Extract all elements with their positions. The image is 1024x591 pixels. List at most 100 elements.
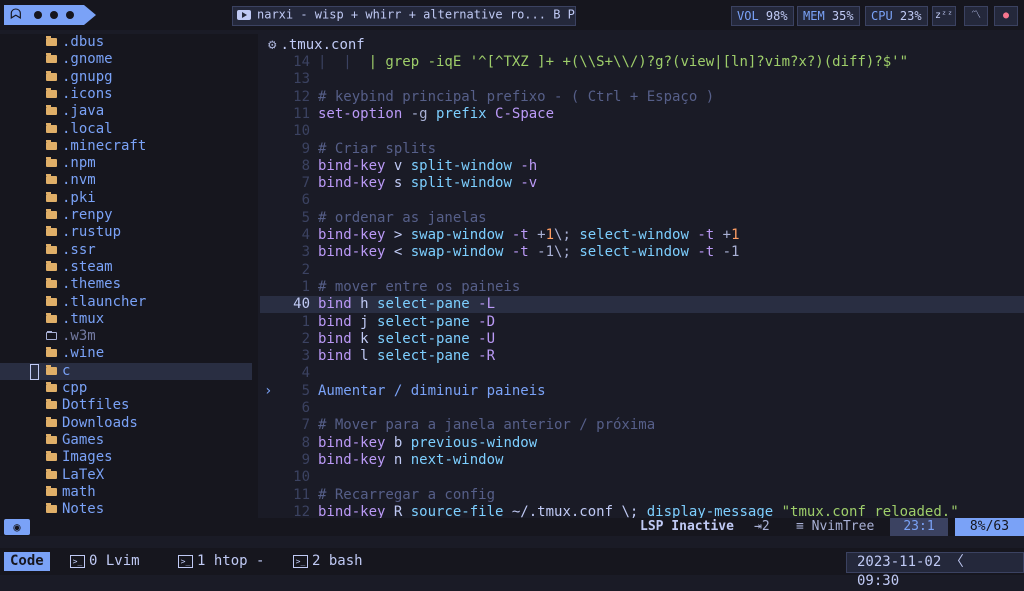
line-number: 40 <box>293 296 310 313</box>
tree-item[interactable]: Dotfiles <box>0 397 252 414</box>
tree-item-label: .npm <box>62 155 96 172</box>
code-line[interactable]: 40 bind h select-pane -L <box>260 296 1024 314</box>
mode-icon: ◉ <box>4 519 30 535</box>
code-line[interactable]: 8 bind-key b previous-window <box>260 435 1024 452</box>
tree-item-label: .gnupg <box>62 68 113 85</box>
tree-item[interactable]: Downloads <box>0 415 252 432</box>
code-line[interactable]: 13 <box>260 71 1024 88</box>
code-token: -U <box>469 330 496 347</box>
volume-widget[interactable]: VOL 98% <box>731 6 794 26</box>
code-token: -L <box>469 296 496 313</box>
tree-item[interactable]: Images <box>0 449 252 466</box>
code-line[interactable]: 10 <box>260 123 1024 140</box>
tree-item[interactable]: .nvm <box>0 172 252 189</box>
tree-item[interactable]: LaTeX <box>0 467 252 484</box>
code-token: select-window <box>579 227 689 243</box>
wave-icon[interactable]: 〽 <box>964 6 988 26</box>
folder-icon <box>46 139 57 150</box>
tmux-window-2[interactable]: >_ 2 bash <box>293 548 363 575</box>
workspace-dot-1[interactable] <box>34 11 42 19</box>
code-line[interactable]: 2 bind k select-pane -U <box>260 331 1024 348</box>
cpu-widget: CPU 23% <box>865 6 928 26</box>
tree-item[interactable]: .wine <box>0 345 252 362</box>
code-line[interactable]: 6 <box>260 400 1024 417</box>
record-icon[interactable]: ● <box>994 6 1018 26</box>
code-line[interactable]: 8 bind-key v split-window -h <box>260 158 1024 175</box>
tree-item[interactable]: .npm <box>0 155 252 172</box>
workspace-dot-3[interactable] <box>66 11 74 19</box>
code-line[interactable]: 1 # mover entre os paineis <box>260 279 1024 296</box>
code-line[interactable]: 7 # Mover para a janela anterior / próxim… <box>260 417 1024 434</box>
code-line[interactable]: 2 <box>260 262 1024 279</box>
tree-item[interactable]: .java <box>0 103 252 120</box>
code-line[interactable]: 3 bind-key < swap-window -t -1\; select-w… <box>260 244 1024 261</box>
code-line[interactable]: 11 # Recarregar a config <box>260 487 1024 504</box>
tree-item[interactable]: .gnome <box>0 51 252 68</box>
code-token: -h <box>511 157 538 174</box>
tree-item[interactable]: .w3m <box>0 328 252 345</box>
tmux-window-1[interactable]: >_ 1 htop - <box>178 548 264 575</box>
tree-item[interactable]: .themes <box>0 276 252 293</box>
code-token: + <box>722 227 732 243</box>
filetype: ≡ NvimTree <box>796 519 875 534</box>
line-number: 12 <box>293 88 310 105</box>
folder-icon <box>46 260 57 271</box>
code-token: # Criar splits <box>318 140 437 157</box>
code-line[interactable]: 1 bind j select-pane -D <box>260 314 1024 331</box>
tmux-window-0[interactable]: >_ 0 Lvim <box>70 548 140 575</box>
tree-item[interactable]: Notes <box>0 501 252 518</box>
tree-item[interactable]: .steam <box>0 259 252 276</box>
code-token: v <box>385 157 411 174</box>
code-text: | | | grep -iqE '^[^TXZ ]+ +(\\S+\\/)?g?… <box>318 54 908 71</box>
code-line[interactable]: 7 bind-key s split-window -v <box>260 175 1024 192</box>
code-line[interactable]: 14 | | | grep -iqE '^[^TXZ ]+ +(\\S+\\/)?… <box>260 54 1024 71</box>
folder-icon <box>46 278 57 289</box>
code-line[interactable]: › 5 Aumentar / diminuir paineis <box>260 383 1024 400</box>
code-line[interactable]: 9 # Criar splits <box>260 141 1024 158</box>
tree-item[interactable]: .rustup <box>0 224 252 241</box>
editor-pane[interactable]: 14 | | | grep -iqE '^[^TXZ ]+ +(\\S+\\/)?… <box>260 54 1024 520</box>
cursor-block <box>30 363 39 380</box>
tree-item[interactable]: .minecraft <box>0 138 252 155</box>
tree-item[interactable]: .renpy <box>0 207 252 224</box>
sleep-icon[interactable]: zᶻᶻ <box>932 6 956 26</box>
tree-item[interactable]: .local <box>0 121 252 138</box>
code-line[interactable]: 3 bind l select-pane -R <box>260 348 1024 365</box>
folder-icon <box>46 105 57 116</box>
line-number: 2 <box>301 330 310 347</box>
code-line[interactable]: 4 bind-key > swap-window -t +1\; select-w… <box>260 227 1024 244</box>
code-line[interactable]: 6 <box>260 192 1024 209</box>
code-token: \; <box>554 227 580 243</box>
tree-item[interactable]: cpp <box>0 380 252 397</box>
code-token: bind <box>318 348 352 365</box>
code-line[interactable]: 11 set-option -g prefix C-Space <box>260 106 1024 123</box>
code-token: select-pane <box>377 296 470 313</box>
tree-item[interactable]: .gnupg <box>0 69 252 86</box>
cursor-position: 23:1 <box>890 518 948 536</box>
code-line[interactable]: 9 bind-key n next-window <box>260 452 1024 469</box>
tree-item[interactable]: .icons <box>0 86 252 103</box>
tree-item[interactable]: .tlauncher <box>0 294 252 311</box>
folder-icon <box>46 364 57 375</box>
tree-item[interactable]: .tmux <box>0 311 252 328</box>
code-text: bind l select-pane -R <box>318 348 495 365</box>
tmux-session[interactable]: Code <box>4 552 50 571</box>
tree-item-label: .pki <box>62 189 96 206</box>
code-token: bind-key <box>318 175 386 192</box>
code-line[interactable]: 12 # keybind principal prefixo - ( Ctrl +… <box>260 89 1024 106</box>
code-line[interactable]: 5 # ordenar as janelas <box>260 210 1024 227</box>
code-text: # mover entre os paineis <box>318 279 520 296</box>
workspace-indicator[interactable]: ᗣ <box>4 5 96 25</box>
terminal-icon: >_ <box>70 554 85 568</box>
media-player[interactable]: narxi - wisp + whirr + alternative ro...… <box>232 6 576 26</box>
workspace-dot-2[interactable] <box>50 11 58 19</box>
tree-item[interactable]: .dbus <box>0 34 252 51</box>
tree-item[interactable]: c <box>0 362 252 380</box>
tree-item[interactable]: Games <box>0 432 252 449</box>
tree-item[interactable]: math <box>0 484 252 501</box>
code-line[interactable]: 4 <box>260 365 1024 382</box>
tree-item[interactable]: .ssr <box>0 242 252 259</box>
code-line[interactable]: 10 <box>260 469 1024 486</box>
folder-icon <box>46 485 57 496</box>
tree-item[interactable]: .pki <box>0 190 252 207</box>
